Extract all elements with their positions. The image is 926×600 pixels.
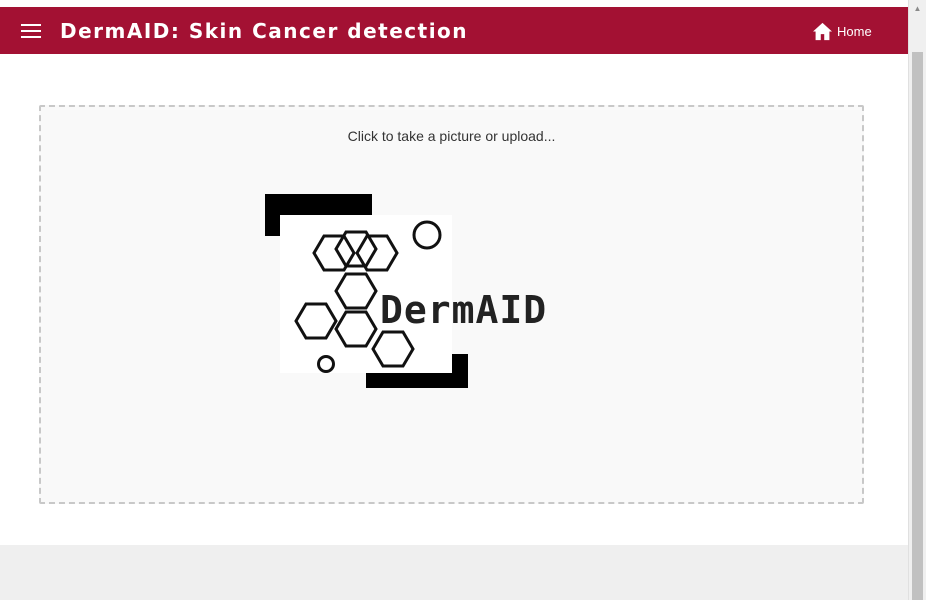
page: DermAID: Skin Cancer detection Home Clic… (0, 0, 926, 600)
home-icon (813, 22, 832, 40)
scroll-up-arrow-icon[interactable]: ▲ (909, 0, 926, 17)
top-strip (0, 0, 908, 7)
app-bar: DermAID: Skin Cancer detection Home (0, 7, 908, 54)
scroll-thumb[interactable] (912, 52, 923, 600)
app-title: DermAID: Skin Cancer detection (60, 19, 469, 43)
logo-wordmark: DermAID (380, 288, 547, 332)
upload-dropzone[interactable]: Click to take a picture or upload... Der (39, 105, 864, 504)
dermaid-logo: DermAID (265, 194, 547, 388)
upload-prompt: Click to take a picture or upload... (347, 128, 556, 144)
home-button[interactable]: Home (812, 21, 872, 41)
hamburger-menu-icon[interactable] (21, 24, 41, 38)
vertical-scrollbar[interactable]: ▲ (908, 0, 926, 600)
home-label: Home (837, 23, 872, 39)
main-content: Click to take a picture or upload... Der (0, 54, 908, 545)
